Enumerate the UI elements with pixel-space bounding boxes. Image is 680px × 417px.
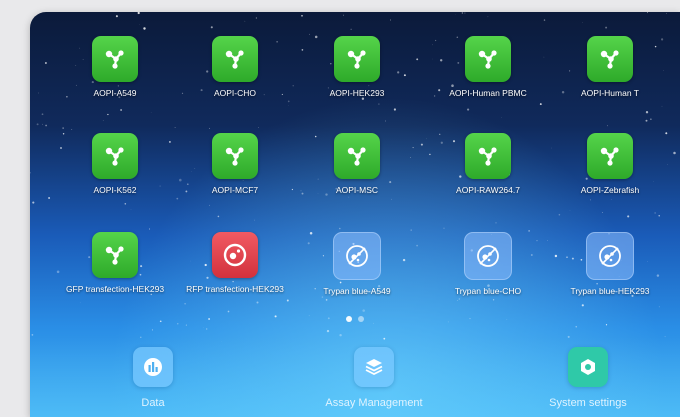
- app-label: AOPI-MCF7: [211, 185, 259, 195]
- app-label: AOPI-K562: [93, 185, 137, 195]
- molecule-icon: [465, 36, 511, 82]
- app-icon-gfp-transfection-hek293[interactable]: GFP transfection-HEK293: [55, 232, 175, 294]
- app-label: Trypan blue-HEK293: [570, 286, 650, 296]
- cell-slash-icon: [333, 232, 381, 280]
- app-icon-trypan-blue-hek293[interactable]: Trypan blue-HEK293: [550, 232, 670, 296]
- cell-ring-icon: [212, 232, 258, 278]
- molecule-icon: [92, 232, 138, 278]
- app-label: AOPI-MSC: [335, 185, 379, 195]
- data-chart-icon: [133, 347, 173, 387]
- dock-label: Assay Management: [325, 397, 423, 409]
- app-icon-aopi-a549[interactable]: AOPI-A549: [55, 36, 175, 98]
- app-icon-aopi-zebrafish[interactable]: AOPI-Zebrafish: [550, 133, 670, 195]
- molecule-icon: [587, 36, 633, 82]
- app-icon-aopi-k562[interactable]: AOPI-K562: [55, 133, 175, 195]
- molecule-icon: [92, 36, 138, 82]
- dock-item-system-settings[interactable]: System settings: [518, 347, 658, 409]
- molecule-icon: [212, 133, 258, 179]
- app-label: AOPI-CHO: [213, 88, 257, 98]
- app-icon-aopi-raw264-7[interactable]: AOPI-RAW264.7: [428, 133, 548, 195]
- molecule-icon: [334, 36, 380, 82]
- app-label: AOPI-Human T: [581, 88, 639, 98]
- app-label: AOPI-HEK293: [329, 88, 385, 98]
- molecule-icon: [212, 36, 258, 82]
- app-icon-rfp-transfection-hek293[interactable]: RFP transfection-HEK293: [175, 232, 295, 294]
- app-icon-aopi-hek293[interactable]: AOPI-HEK293: [297, 36, 417, 98]
- dock: Data Assay Management System settings: [30, 337, 680, 417]
- app-label: Trypan blue-CHO: [454, 286, 522, 296]
- cell-slash-icon: [586, 232, 634, 280]
- app-label: AOPI-Human PBMC: [449, 88, 527, 98]
- tablet-screen: AOPI-A549 AOPI-CHO AOPI-HEK293 AOPI-Human P…: [30, 12, 680, 417]
- app-icon-aopi-human-t[interactable]: AOPI-Human T: [550, 36, 670, 98]
- app-icon-aopi-cho[interactable]: AOPI-CHO: [175, 36, 295, 98]
- app-label: AOPI-Zebrafish: [580, 185, 640, 195]
- molecule-icon: [92, 133, 138, 179]
- app-label: AOPI-A549: [93, 88, 137, 98]
- layers-icon: [354, 347, 394, 387]
- settings-hex-icon: [568, 347, 608, 387]
- app-label: Trypan blue-A549: [323, 286, 391, 296]
- dock-item-data[interactable]: Data: [83, 347, 223, 409]
- app-icon-aopi-msc[interactable]: AOPI-MSC: [297, 133, 417, 195]
- molecule-icon: [587, 133, 633, 179]
- page-dot[interactable]: [358, 316, 364, 322]
- app-icon-aopi-mcf7[interactable]: AOPI-MCF7: [175, 133, 295, 195]
- dock-label: Data: [141, 397, 165, 409]
- app-label: GFP transfection-HEK293: [65, 284, 165, 294]
- molecule-icon: [334, 133, 380, 179]
- app-icon-trypan-blue-a549[interactable]: Trypan blue-A549: [297, 232, 417, 296]
- app-label: RFP transfection-HEK293: [186, 284, 284, 294]
- page-indicator: [346, 316, 364, 322]
- page-dot[interactable]: [346, 316, 352, 322]
- app-label: AOPI-RAW264.7: [456, 185, 520, 195]
- dock-item-assay-management[interactable]: Assay Management: [304, 347, 444, 409]
- app-icon-trypan-blue-cho[interactable]: Trypan blue-CHO: [428, 232, 548, 296]
- app-icon-aopi-human-pbmc[interactable]: AOPI-Human PBMC: [428, 36, 548, 98]
- molecule-icon: [465, 133, 511, 179]
- dock-label: System settings: [549, 397, 627, 409]
- cell-slash-icon: [464, 232, 512, 280]
